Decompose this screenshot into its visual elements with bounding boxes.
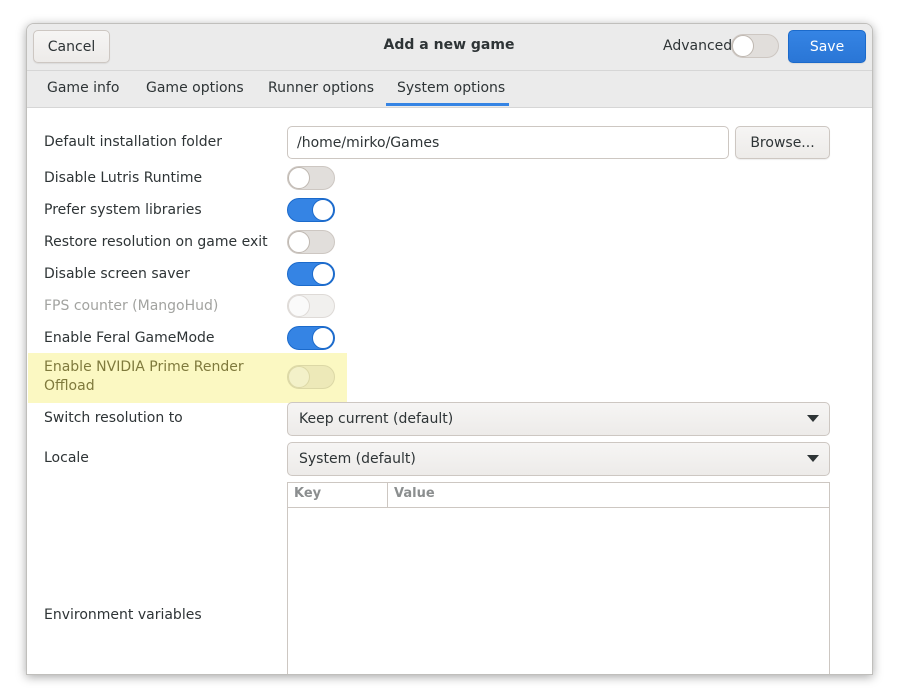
feral-gamemode-label: Enable Feral GameMode (44, 330, 215, 346)
browse-button[interactable]: Browse... (735, 126, 830, 159)
prefer-system-libs-label: Prefer system libraries (44, 202, 202, 218)
toggle-knob (732, 35, 754, 57)
tab-system-options[interactable]: System options (397, 80, 505, 96)
tab-game-options[interactable]: Game options (146, 80, 244, 96)
toggle-knob (312, 327, 334, 349)
save-button[interactable]: Save (788, 30, 866, 63)
tab-game-info[interactable]: Game info (47, 80, 119, 96)
add-game-dialog: Cancel Add a new game Advanced Save Game… (26, 23, 873, 675)
env-vars-label: Environment variables (44, 607, 202, 623)
cancel-button[interactable]: Cancel (33, 30, 110, 63)
dropdown-arrow-icon (807, 455, 819, 462)
disable-runtime-toggle[interactable] (287, 166, 335, 190)
disable-runtime-label: Disable Lutris Runtime (44, 170, 203, 186)
column-separator (387, 483, 388, 507)
fps-counter-toggle (287, 294, 335, 318)
prefer-system-libs-toggle[interactable] (287, 198, 335, 222)
fps-counter-label: FPS counter (MangoHud) (44, 298, 219, 314)
switch-resolution-dropdown[interactable]: Keep current (default) (287, 402, 830, 436)
install-folder-input[interactable]: /home/mirko/Games (287, 126, 729, 159)
disable-screensaver-toggle[interactable] (287, 262, 335, 286)
toggle-knob (312, 199, 334, 221)
dropdown-arrow-icon (807, 415, 819, 422)
locale-label: Locale (44, 450, 89, 466)
env-vars-table-header: Key Value (288, 483, 829, 508)
nvidia-prime-label: Enable NVIDIA Prime Render Offload (44, 359, 244, 394)
column-header-value[interactable]: Value (394, 486, 435, 501)
dialog-title: Add a new game (383, 37, 515, 53)
disable-screensaver-label: Disable screen saver (44, 266, 190, 282)
toggle-knob (288, 366, 310, 388)
advanced-label: Advanced (663, 38, 733, 54)
active-tab-indicator (386, 103, 509, 106)
locale-dropdown[interactable]: System (default) (287, 442, 830, 476)
advanced-toggle[interactable] (731, 34, 779, 58)
toggle-knob (288, 295, 310, 317)
toggle-knob (312, 263, 334, 285)
feral-gamemode-toggle[interactable] (287, 326, 335, 350)
switch-resolution-label: Switch resolution to (44, 410, 183, 426)
header-bar: Cancel Add a new game Advanced Save (27, 24, 872, 71)
switch-resolution-value: Keep current (default) (299, 411, 454, 427)
locale-value: System (default) (299, 451, 416, 467)
env-vars-table[interactable]: Key Value (287, 482, 830, 674)
toggle-knob (288, 231, 310, 253)
restore-resolution-label: Restore resolution on game exit (44, 234, 268, 250)
tab-runner-options[interactable]: Runner options (268, 80, 374, 96)
column-header-key[interactable]: Key (294, 486, 321, 501)
tab-bar: Game info Game options Runner options Sy… (27, 71, 872, 108)
toggle-knob (288, 167, 310, 189)
restore-resolution-toggle[interactable] (287, 230, 335, 254)
install-folder-label: Default installation folder (44, 134, 222, 150)
nvidia-prime-toggle (287, 365, 335, 389)
